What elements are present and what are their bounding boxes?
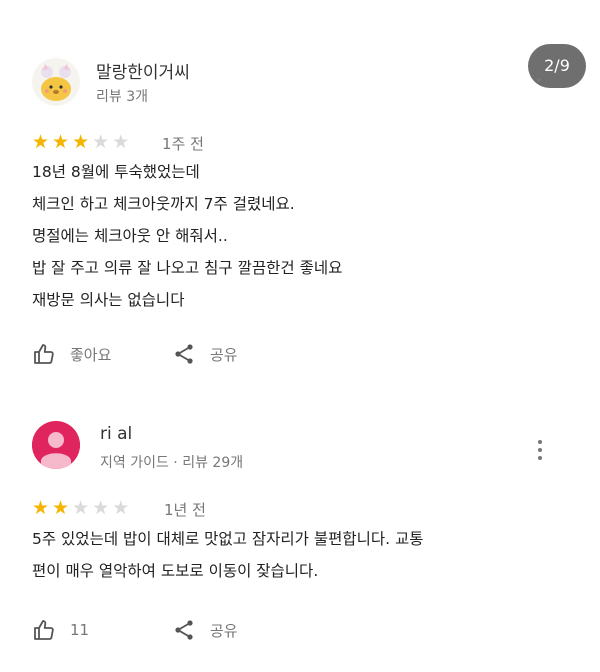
- star-icon: ★: [32, 497, 50, 519]
- review-text: 5주 있었는데 밥이 대체로 맛없고 잠자리가 불편합니다. 교통 편이 매우 …: [32, 523, 424, 587]
- avatar[interactable]: [32, 421, 80, 469]
- like-button[interactable]: 11: [32, 618, 89, 642]
- review-line: 편이 매우 열악하여 도보로 이동이 잦습니다.: [32, 562, 319, 580]
- share-label: 공유: [210, 621, 238, 640]
- reviewer-meta[interactable]: 지역 가이드 · 리뷰 29개: [100, 452, 243, 472]
- star-icon: ★: [112, 497, 130, 519]
- review-card: ri al 지역 가이드 · 리뷰 29개 ★ ★ ★ ★ ★ 1년 전 5주 …: [0, 0, 600, 672]
- thumbs-up-icon: [34, 620, 54, 640]
- person-icon: [32, 421, 80, 469]
- share-button[interactable]: 공유: [172, 618, 238, 642]
- review-line: 5주 있었는데 밥이 대체로 맛없고 잠자리가 불편합니다. 교통: [32, 530, 424, 548]
- more-options-icon[interactable]: [538, 440, 544, 460]
- reviewer-name[interactable]: ri al: [100, 424, 132, 444]
- share-icon: [175, 620, 193, 640]
- like-count: 11: [70, 621, 90, 639]
- star-icon: ★: [52, 497, 70, 519]
- star-icon: ★: [72, 497, 90, 519]
- review-time: 1년 전: [164, 501, 206, 519]
- star-rating: ★ ★ ★ ★ ★: [32, 498, 129, 518]
- star-icon: ★: [92, 497, 110, 519]
